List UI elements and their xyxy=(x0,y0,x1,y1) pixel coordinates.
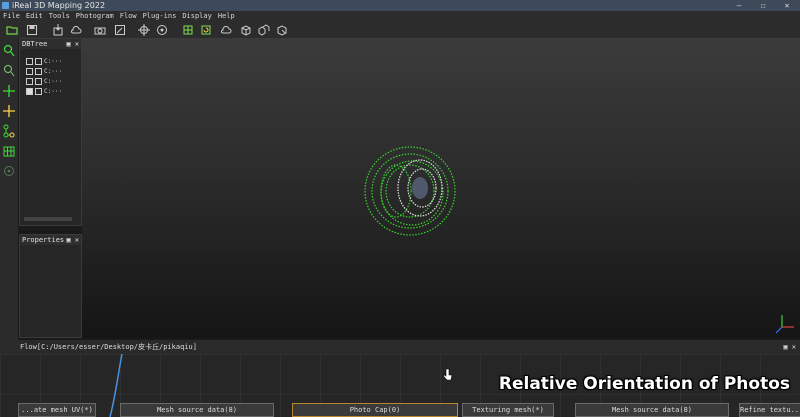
side-toolbar xyxy=(0,38,18,340)
tree-item[interactable]: C:··· xyxy=(26,67,62,76)
close-icon[interactable]: ✕ xyxy=(75,40,79,48)
edit-icon[interactable] xyxy=(114,24,126,36)
dbtree-title: DBTree xyxy=(22,40,48,48)
menu-flow[interactable]: Flow xyxy=(117,11,140,22)
cube-stack-icon[interactable] xyxy=(258,24,270,36)
flow-path: Flow[C:/Users/esser/Desktop/皮卡丘/pikaqiu] xyxy=(20,343,197,351)
crosshair-icon[interactable] xyxy=(138,24,150,36)
camera-icon[interactable] xyxy=(94,24,106,36)
cross-icon xyxy=(35,58,42,65)
cross-icon xyxy=(35,68,42,75)
cloud-icon[interactable] xyxy=(70,24,82,36)
properties-header: Properties ▣ ✕ xyxy=(20,235,81,245)
flow-node[interactable]: Texturing mesh(*) xyxy=(462,403,554,417)
title-bar: iReal 3D Mapping 2022 — ☐ ✕ xyxy=(0,0,800,11)
zoom-icon[interactable] xyxy=(3,44,15,58)
maximize-button[interactable]: ☐ xyxy=(752,0,774,11)
point-cloud-render xyxy=(364,146,794,334)
flow-node[interactable]: Mesh source data(8) xyxy=(575,403,729,417)
menu-help[interactable]: Help xyxy=(215,11,238,22)
import-icon[interactable] xyxy=(52,24,64,36)
checkbox[interactable] xyxy=(26,58,33,65)
menu-photogram[interactable]: Photogram xyxy=(73,11,117,22)
float-icon[interactable]: ▣ xyxy=(783,343,787,351)
refresh-mesh-icon[interactable] xyxy=(200,24,212,36)
float-icon[interactable]: ▣ xyxy=(66,236,70,244)
menu-tools[interactable]: Tools xyxy=(46,11,73,22)
cross-icon xyxy=(35,78,42,85)
close-icon[interactable]: ✕ xyxy=(75,236,79,244)
tree-item-label: C:··· xyxy=(44,78,63,85)
tree-item-label: C:··· xyxy=(44,68,63,75)
flow-node[interactable]: Refine textu... xyxy=(739,403,800,417)
float-icon[interactable]: ▣ xyxy=(66,40,70,48)
grid-icon[interactable] xyxy=(3,144,15,158)
menu-bar: File Edit Tools Photogram Flow Plug-ins Displa… xyxy=(0,11,800,22)
zoom-region-icon[interactable] xyxy=(3,64,15,78)
menu-file[interactable]: File xyxy=(0,11,23,22)
mesh-icon[interactable] xyxy=(182,24,194,36)
window-title: iReal 3D Mapping 2022 xyxy=(12,1,106,10)
tree-item[interactable]: C:··· xyxy=(26,87,62,96)
app-icon xyxy=(2,2,9,9)
move-icon[interactable] xyxy=(3,104,15,118)
open-folder-icon[interactable] xyxy=(6,24,18,36)
tree-item-label: C:··· xyxy=(44,88,63,95)
menu-plugins[interactable]: Plug-ins xyxy=(140,11,180,22)
cursor-icon xyxy=(443,368,453,380)
tree-item[interactable]: C:··· xyxy=(26,77,62,86)
main-toolbar xyxy=(0,22,800,39)
3d-viewport[interactable] xyxy=(82,38,800,338)
dbtree-panel: DBTree ▣ ✕ C:··· C:··· C:··· C:··· xyxy=(19,38,82,226)
flow-node[interactable]: ...ate mesh UV(*) xyxy=(18,403,96,417)
video-caption: Relative Orientation of Photos xyxy=(498,374,790,394)
close-icon[interactable]: ✕ xyxy=(792,343,796,351)
folder-icon xyxy=(35,88,42,95)
flow-node-selected[interactable]: Photo Cap(0) xyxy=(292,403,458,417)
menu-edit[interactable]: Edit xyxy=(23,11,46,22)
properties-title: Properties xyxy=(22,236,65,244)
dbtree-header: DBTree ▣ ✕ xyxy=(20,39,81,49)
menu-display[interactable]: Display xyxy=(179,11,215,22)
network-icon[interactable] xyxy=(3,124,15,138)
flow-node[interactable]: Mesh source data(8) xyxy=(120,403,274,417)
properties-panel: Properties ▣ ✕ xyxy=(19,234,82,338)
checkbox[interactable] xyxy=(26,78,33,85)
cube-export-icon[interactable] xyxy=(276,24,288,36)
cube-icon[interactable] xyxy=(240,24,252,36)
flow-header: Flow[C:/Users/esser/Desktop/皮卡丘/pikaqiu]… xyxy=(0,340,800,354)
pan-icon[interactable] xyxy=(3,84,15,98)
minimize-button[interactable]: — xyxy=(728,0,750,11)
save-icon[interactable] xyxy=(26,24,38,36)
target-icon[interactable] xyxy=(156,24,168,36)
checkbox[interactable] xyxy=(26,68,33,75)
close-button[interactable]: ✕ xyxy=(776,0,798,11)
tree-item[interactable]: C:··· xyxy=(26,57,62,66)
tree-item-label: C:··· xyxy=(44,58,63,65)
horizontal-scrollbar[interactable] xyxy=(24,217,72,221)
cloud-outline-icon[interactable] xyxy=(220,24,232,36)
checkbox-checked[interactable] xyxy=(26,88,33,95)
rotate-icon[interactable] xyxy=(3,164,15,178)
